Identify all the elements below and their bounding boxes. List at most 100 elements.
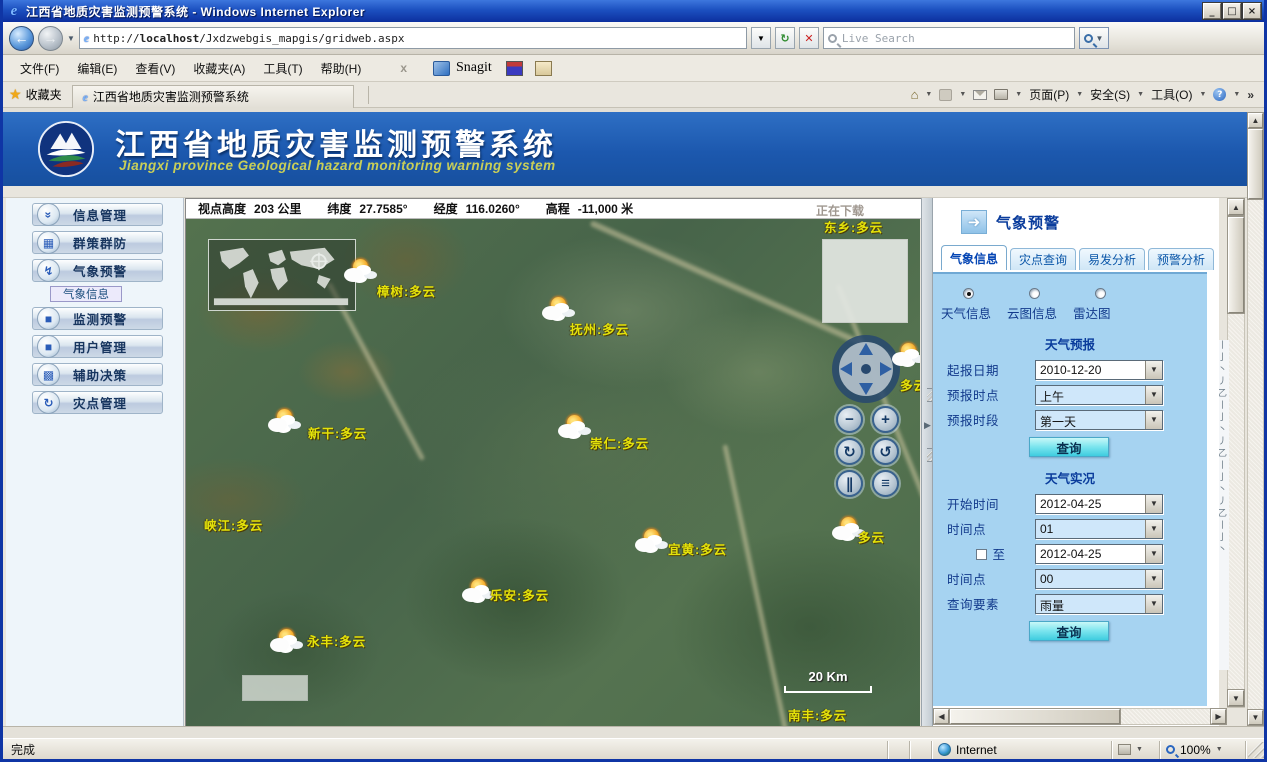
sidebar-subitem-active[interactable]: 气象信息 [50, 286, 122, 302]
page-scroll-down-icon[interactable]: ▼ [1248, 710, 1263, 725]
zoom-in-button[interactable]: + [872, 406, 899, 433]
dropdown-arrow-icon[interactable]: ▼ [1145, 545, 1162, 563]
back-button[interactable]: ← [9, 26, 34, 51]
tools-dropdown-icon[interactable]: ▼ [1199, 91, 1206, 98]
home-icon[interactable]: ⌂ [911, 87, 919, 102]
panel-scroll-thumb[interactable] [1228, 217, 1244, 313]
page-menu[interactable]: 页面(P) [1029, 86, 1069, 103]
home-dropdown-icon[interactable]: ▼ [925, 91, 932, 98]
search-input[interactable]: Live Search [823, 27, 1075, 49]
tools-menu[interactable]: 工具(O) [1151, 86, 1192, 103]
page-scroll-thumb[interactable] [1248, 129, 1263, 199]
dropdown-arrow-icon[interactable]: ▼ [1145, 411, 1162, 429]
select-actual-2[interactable]: 2012-04-25▼ [1035, 544, 1163, 564]
url-dropdown-button[interactable]: ▼ [751, 27, 771, 49]
tab-1[interactable]: 灾点查询 [1010, 248, 1076, 270]
page-vertical-scrollbar[interactable] [1247, 112, 1264, 726]
dropdown-arrow-icon[interactable]: ▼ [1145, 595, 1162, 613]
snagit-close-button[interactable]: x [400, 61, 407, 75]
radio-button[interactable] [963, 288, 974, 299]
radio-button[interactable] [1029, 288, 1040, 299]
snagit-profiles-icon[interactable] [506, 61, 523, 76]
rotate-cw-button[interactable]: ↻ [836, 438, 863, 465]
sidebar-item-0[interactable]: »信息管理 [32, 203, 163, 226]
tab-3[interactable]: 预警分析 [1148, 248, 1214, 270]
weather-marker-icon[interactable] [558, 415, 594, 443]
select-actual-1[interactable]: 01▼ [1035, 519, 1163, 539]
title-bar[interactable]: e 江西省地质灾害监测预警系统 - Windows Internet Explo… [3, 0, 1264, 22]
select-forecast-1[interactable]: 上午▼ [1035, 385, 1163, 405]
stop-button[interactable]: ✕ [799, 27, 819, 49]
tab-0[interactable]: 气象信息 [941, 245, 1007, 270]
sidebar-item-5[interactable]: ■用户管理 [32, 335, 163, 358]
tab-2[interactable]: 易发分析 [1079, 248, 1145, 270]
map-view[interactable]: − + ↻ ↺ ∥ ≡ 20 Km 东乡:多云樟树:多云抚州:多云多云新干:多云… [186, 219, 920, 729]
page-dropdown-icon[interactable]: ▼ [1076, 91, 1083, 98]
help-icon[interactable]: ? [1213, 88, 1226, 101]
favorites-label[interactable]: 收藏夹 [26, 86, 62, 103]
minimize-button[interactable]: _ [1203, 3, 1221, 19]
collapse-arrow-icon[interactable]: ▶ [924, 420, 931, 431]
snagit-capture-icon[interactable] [535, 61, 552, 76]
dropdown-arrow-icon[interactable]: ▼ [1145, 570, 1162, 588]
dropdown-arrow-icon[interactable]: ▼ [1145, 495, 1162, 513]
select-forecast-0[interactable]: 2010-12-20▼ [1035, 360, 1163, 380]
more-commands-chevron[interactable]: » [1247, 88, 1254, 102]
panel-hscroll-thumb[interactable] [950, 709, 1120, 724]
to-checkbox[interactable] [976, 549, 987, 560]
page-tab[interactable]: e 江西省地质灾害监测预警系统 [72, 85, 354, 108]
close-button[interactable]: × [1243, 3, 1261, 19]
weather-marker-icon[interactable] [344, 259, 380, 287]
page-scroll-up-icon[interactable]: ▲ [1248, 113, 1263, 128]
panel-scroll-down-icon[interactable]: ▼ [1228, 690, 1244, 706]
zoom-out-button[interactable]: − [836, 406, 863, 433]
print-dropdown-icon[interactable]: ▼ [1015, 91, 1022, 98]
menu-item-2[interactable]: 查看(V) [126, 59, 184, 79]
resize-grip[interactable] [1248, 742, 1264, 758]
tilt-down-button[interactable]: ≡ [872, 470, 899, 497]
safety-menu[interactable]: 安全(S) [1090, 86, 1130, 103]
sidebar-item-7[interactable]: ↻灾点管理 [32, 391, 163, 414]
menu-item-5[interactable]: 帮助(H) [312, 59, 371, 79]
print-icon[interactable] [994, 89, 1008, 100]
sidebar-item-1[interactable]: ▦群策群防 [32, 231, 163, 254]
menu-item-3[interactable]: 收藏夹(A) [184, 59, 254, 79]
search-go-button[interactable]: ▼ [1079, 27, 1109, 49]
protected-mode-pane[interactable]: ▼ [1112, 741, 1160, 759]
menu-item-0[interactable]: 文件(F) [11, 59, 68, 79]
feed-dropdown-icon[interactable]: ▼ [959, 91, 966, 98]
protected-mode-dropdown-icon[interactable]: ▼ [1136, 746, 1143, 753]
world-overview-inset[interactable] [208, 239, 356, 311]
safety-dropdown-icon[interactable]: ▼ [1137, 91, 1144, 98]
rotate-ccw-button[interactable]: ↺ [872, 438, 899, 465]
radio-button[interactable] [1095, 288, 1106, 299]
tilt-up-button[interactable]: ∥ [836, 470, 863, 497]
snagit-toolbar[interactable]: Snagit [433, 60, 552, 76]
actual-query-button[interactable]: 查询 [1029, 621, 1109, 641]
feed-icon[interactable] [939, 89, 952, 101]
menu-item-1[interactable]: 编辑(E) [68, 59, 126, 79]
zoom-pane[interactable]: 100% ▼ [1160, 741, 1246, 759]
panel-scroll-up-icon[interactable]: ▲ [1228, 199, 1244, 215]
panel-scroll-right-icon[interactable]: ▶ [1211, 709, 1226, 724]
forecast-query-button[interactable]: 查询 [1029, 437, 1109, 457]
weather-marker-icon[interactable] [268, 409, 304, 437]
help-dropdown-icon[interactable]: ▼ [1233, 91, 1240, 98]
panel-scroll-left-icon[interactable]: ◀ [934, 709, 949, 724]
weather-marker-icon[interactable] [270, 629, 306, 657]
select-forecast-2[interactable]: 第一天▼ [1035, 410, 1163, 430]
forward-button[interactable]: → [38, 26, 63, 51]
history-dropdown-icon[interactable]: ▼ [67, 34, 75, 43]
weather-marker-icon[interactable] [892, 343, 920, 371]
sidebar-item-2[interactable]: ↯气象预警 [32, 259, 163, 282]
dropdown-arrow-icon[interactable]: ▼ [1145, 386, 1162, 404]
favorites-star-icon[interactable]: ★ [9, 86, 22, 103]
zoom-dropdown-icon[interactable]: ▼ [1216, 746, 1223, 753]
maximize-button[interactable]: □ [1223, 3, 1241, 19]
search-options-icon[interactable]: ▼ [1095, 34, 1103, 43]
weather-marker-icon[interactable] [635, 529, 671, 557]
url-field[interactable]: e http://localhost/Jxdzwebgis_mapgis/gri… [79, 27, 747, 49]
select-actual-4[interactable]: 雨量▼ [1035, 594, 1163, 614]
panel-splitter[interactable]: ▶ [921, 198, 933, 726]
sidebar-item-6[interactable]: ▩辅助决策 [32, 363, 163, 386]
